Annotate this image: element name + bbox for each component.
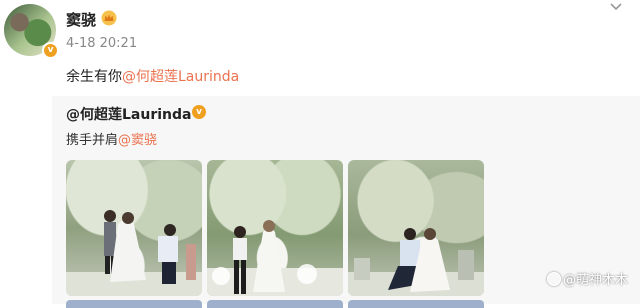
more-photos-row: [66, 300, 202, 308]
photo-illustration: [207, 220, 343, 296]
wedding-photo-1[interactable]: [66, 160, 202, 296]
photo-illustration: [66, 210, 202, 296]
verified-badge-icon: v: [192, 105, 206, 119]
weibo-post: v 窦骁 4-18 20:21 余生有你@何超莲Laurinda @何超莲Lau…: [0, 0, 640, 308]
mention-link[interactable]: @何超莲Laurinda: [122, 69, 239, 85]
repost-content: 携手并肩@窦骁: [66, 129, 157, 148]
repost-username[interactable]: @何超莲Laurinda: [66, 104, 191, 124]
crown-icon: [101, 10, 117, 26]
repost-text: 携手并肩: [66, 133, 119, 148]
post-text: 余生有你: [66, 69, 122, 85]
watermark-text: @萌神木木: [562, 273, 628, 288]
verified-badge-icon: v: [42, 42, 59, 59]
more-photos-row: [348, 300, 484, 308]
watermark: @萌神木木: [546, 269, 628, 288]
post-content: 余生有你@何超莲Laurinda: [66, 66, 239, 86]
post-username[interactable]: 窦骁: [66, 9, 96, 30]
wedding-photo-3[interactable]: [348, 160, 484, 296]
chevron-down-icon[interactable]: [608, 0, 624, 16]
wedding-photo-2[interactable]: [207, 160, 343, 296]
weibo-logo-icon: [546, 272, 561, 286]
more-photos-row: [207, 300, 343, 308]
mention-link[interactable]: @窦骁: [118, 133, 157, 148]
photo-illustration: [348, 228, 484, 296]
post-timestamp[interactable]: 4-18 20:21: [66, 36, 137, 51]
